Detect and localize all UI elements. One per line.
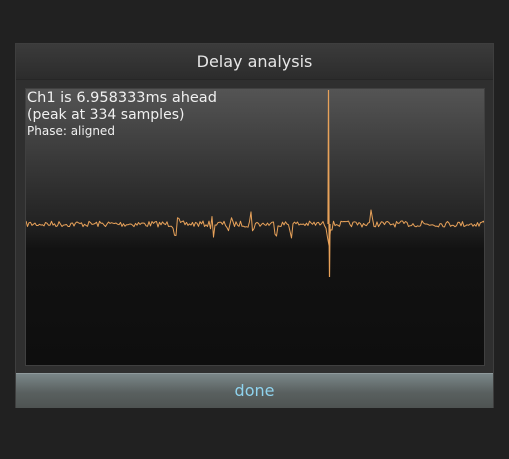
delay-result-text: Ch1 is 6.958333ms ahead bbox=[27, 90, 217, 106]
done-button[interactable]: done bbox=[16, 373, 493, 408]
peak-position-text: (peak at 334 samples) bbox=[27, 107, 185, 124]
delay-analysis-dialog: Delay analysis Ch1 is 6.958333ms ahead (… bbox=[15, 43, 494, 408]
phase-text: Phase: aligned bbox=[27, 124, 115, 139]
correlation-plot: Ch1 is 6.958333ms ahead (peak at 334 sam… bbox=[25, 88, 485, 366]
dialog-title: Delay analysis bbox=[16, 44, 493, 80]
readout: Ch1 is 6.958333ms ahead (peak at 334 sam… bbox=[27, 90, 217, 139]
